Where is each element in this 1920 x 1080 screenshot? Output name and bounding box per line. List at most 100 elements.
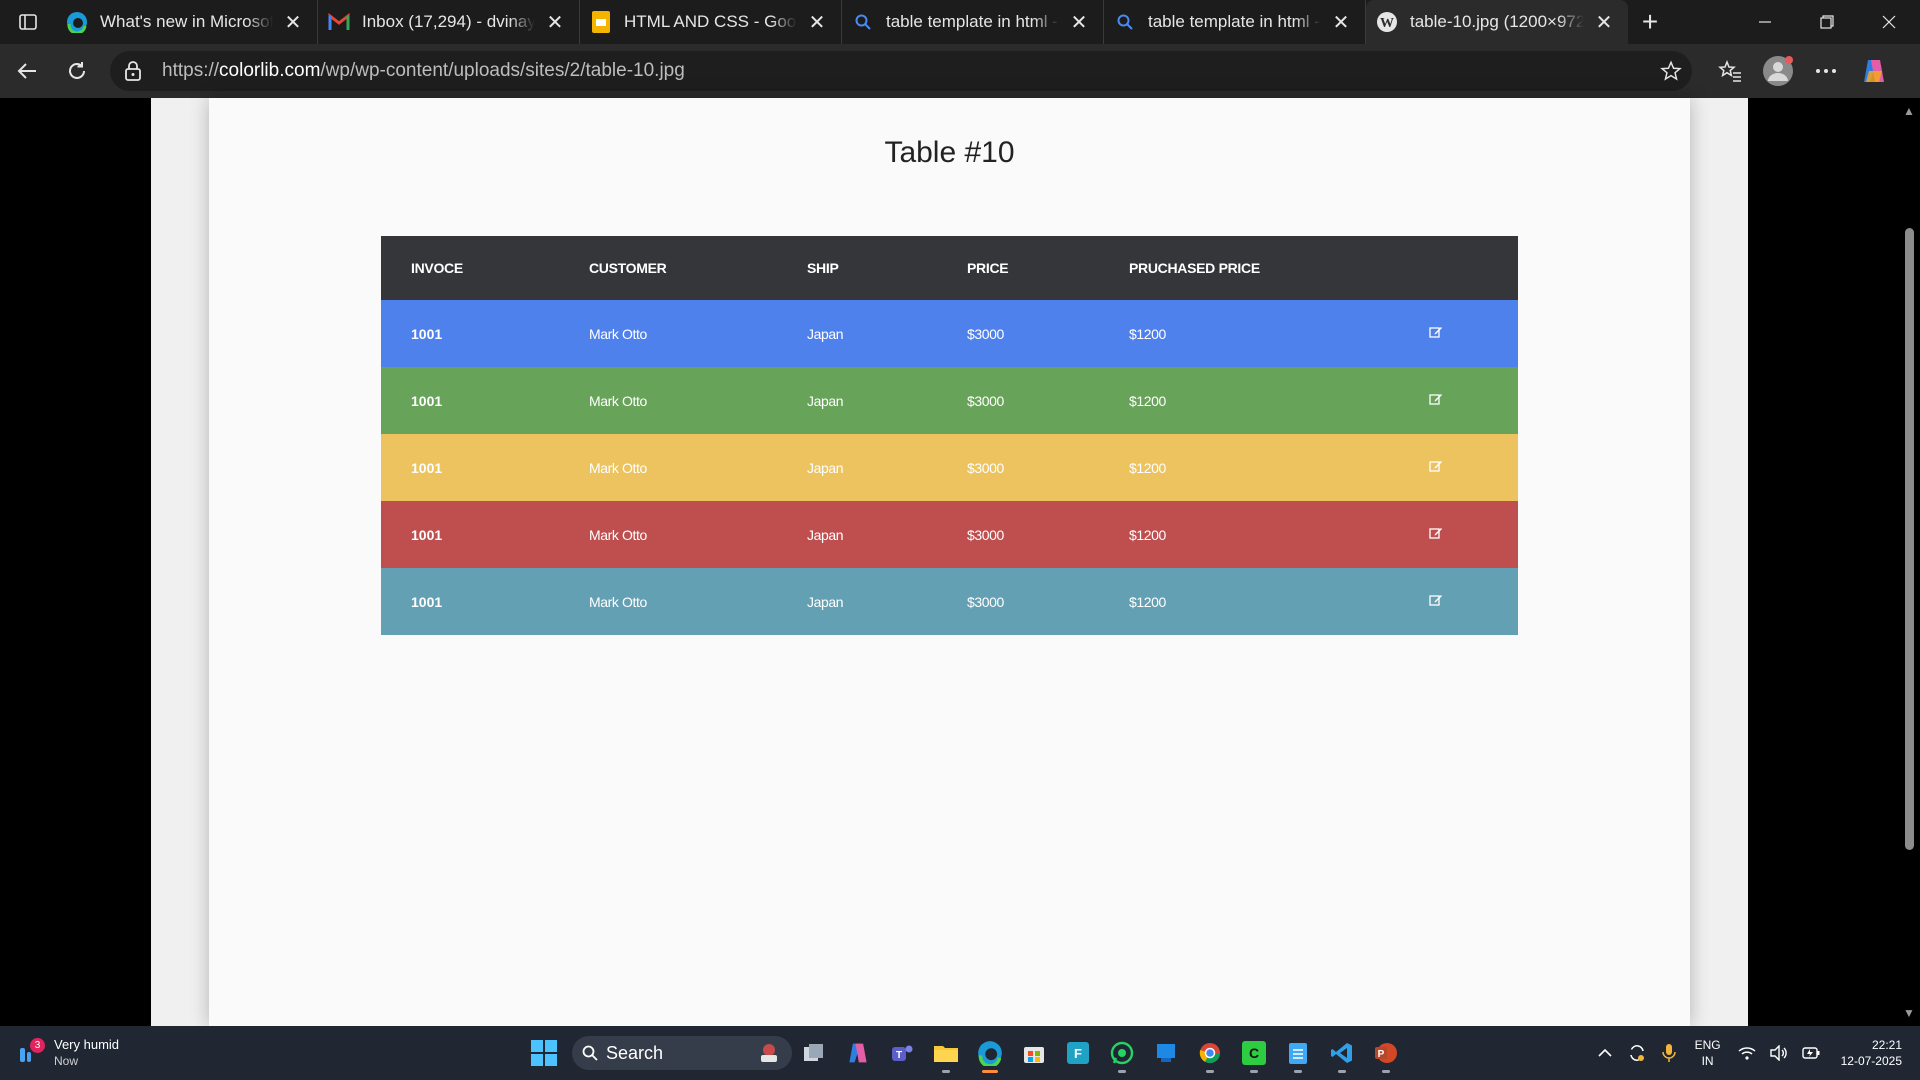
tab-title: HTML AND CSS - Google Slides — [624, 12, 797, 31]
language-code: ENG — [1694, 1038, 1721, 1052]
price-cell: $3000 — [967, 593, 1004, 610]
powerpoint-icon[interactable]: P — [1364, 1031, 1408, 1075]
avatar — [1763, 56, 1793, 86]
teams-icon[interactable]: T — [880, 1031, 924, 1075]
restore-button[interactable] — [1796, 0, 1858, 44]
tab-title: Inbox (17,294) - dvinaya.9 — [362, 12, 535, 31]
close-icon — [1882, 15, 1896, 29]
column-header-price: PRICE — [967, 260, 1009, 276]
copilot-app-icon[interactable] — [836, 1031, 880, 1075]
ship-cell: Japan — [807, 459, 844, 476]
tab-title: table-10.jpg (1200×972) — [1410, 12, 1584, 31]
vscode-icon[interactable] — [1320, 1031, 1364, 1075]
profile-button[interactable] — [1754, 51, 1802, 91]
sync-icon[interactable] — [1621, 1037, 1653, 1069]
price-cell: $3000 — [967, 526, 1004, 543]
column-header-invoice: INVOCE — [411, 260, 463, 276]
favorites-button[interactable] — [1706, 51, 1754, 91]
slides-icon — [590, 11, 612, 33]
notification-badge: 3 — [30, 1038, 45, 1053]
file-explorer-icon[interactable] — [924, 1031, 968, 1075]
close-icon[interactable]: ✕ — [543, 10, 567, 34]
purchased-price-cell: $1200 — [1129, 459, 1166, 476]
new-tab-button[interactable]: + — [1628, 0, 1672, 44]
back-arrow-icon — [17, 63, 36, 79]
lock-icon[interactable] — [124, 61, 152, 81]
windows-taskbar: 3 Very humid Now Search T F C P ENG IN 2… — [0, 1026, 1920, 1080]
minimize-icon — [1759, 21, 1771, 23]
blue-app-icon[interactable] — [1144, 1031, 1188, 1075]
tab-search-2[interactable]: table template in html - Search ✕ — [1104, 0, 1366, 44]
svg-text:T: T — [896, 1050, 902, 1061]
url-text: https://colorlib.com/wp/wp-content/uploa… — [162, 60, 685, 82]
more-options-button[interactable] — [1802, 51, 1850, 91]
search-placeholder: Search — [606, 1042, 664, 1063]
tab-gmail[interactable]: Inbox (17,294) - dvinaya.9 ✕ — [318, 0, 580, 44]
wifi-icon[interactable] — [1731, 1037, 1763, 1069]
purchased-price-cell: $1200 — [1129, 392, 1166, 409]
invoice-cell: 1001 — [411, 526, 443, 543]
f-app-icon[interactable]: F — [1056, 1031, 1100, 1075]
language-indicator[interactable]: ENG IN — [1695, 1037, 1721, 1069]
vertical-scrollbar[interactable]: ▲ ▼ — [1898, 98, 1920, 1026]
address-bar[interactable]: https://colorlib.com/wp/wp-content/uploa… — [110, 51, 1692, 91]
tab-edge-news[interactable]: What's new in Microsoft Edge ✕ — [56, 0, 318, 44]
task-view-icon[interactable] — [792, 1031, 836, 1075]
table-row: 1001 Mark Otto Japan $3000 $1200 — [381, 367, 1518, 434]
tab-google-slides[interactable]: HTML AND CSS - Google Slides ✕ — [580, 0, 842, 44]
wordpress-icon: W — [1376, 11, 1398, 33]
svg-text:W: W — [1380, 16, 1394, 31]
table-row: 1001 Mark Otto Japan $3000 $1200 — [381, 568, 1518, 635]
microphone-icon[interactable] — [1653, 1037, 1685, 1069]
chevron-up-icon[interactable] — [1589, 1037, 1621, 1069]
ship-cell: Japan — [807, 593, 844, 610]
close-icon[interactable]: ✕ — [1329, 10, 1353, 34]
battery-icon[interactable] — [1795, 1037, 1827, 1069]
weather-widget[interactable]: 3 Very humid Now — [16, 1037, 119, 1069]
column-header-ship: SHIP — [807, 260, 839, 276]
clock[interactable]: 22:21 12-07-2025 — [1841, 1037, 1902, 1069]
close-icon[interactable]: ✕ — [1592, 10, 1616, 34]
invoice-cell: 1001 — [411, 325, 443, 342]
purchased-price-cell: $1200 — [1129, 593, 1166, 610]
start-button[interactable] — [524, 1033, 564, 1073]
column-header-actions — [1399, 236, 1518, 300]
taskbar-search[interactable]: Search — [572, 1036, 792, 1070]
image-background: Table #10 INVOCE CUSTOMER SHIP PRICE PRU… — [151, 98, 1748, 1026]
tab-search-1[interactable]: table template in html - Search ✕ — [842, 0, 1104, 44]
scroll-up-icon[interactable]: ▲ — [1903, 104, 1915, 118]
weather-text: Very humid — [54, 1037, 120, 1052]
clock-time: 22:21 — [1871, 1038, 1902, 1052]
notepad-icon[interactable] — [1276, 1031, 1320, 1075]
minimize-button[interactable] — [1734, 0, 1796, 44]
search-icon — [582, 1045, 598, 1061]
price-cell: $3000 — [967, 325, 1004, 342]
copilot-icon — [1864, 60, 1884, 82]
store-icon[interactable] — [1012, 1031, 1056, 1075]
page-title: Table #10 — [884, 136, 1015, 169]
edit-icon — [1399, 300, 1518, 367]
edge-taskbar-icon[interactable] — [968, 1031, 1012, 1075]
tab-actions-button[interactable] — [0, 0, 56, 44]
tab-title: table template in html - Search — [1148, 12, 1321, 31]
edit-icon — [1399, 434, 1518, 501]
refresh-button[interactable] — [54, 51, 100, 91]
volume-icon[interactable] — [1763, 1037, 1795, 1069]
system-tray: ENG IN 22:21 12-07-2025 — [1589, 1026, 1920, 1080]
back-button[interactable] — [4, 51, 50, 91]
favorite-star-icon[interactable] — [1660, 60, 1682, 82]
close-icon[interactable]: ✕ — [805, 10, 829, 34]
copilot-button[interactable] — [1850, 51, 1898, 91]
customer-cell: Mark Otto — [589, 459, 647, 476]
close-icon[interactable]: ✕ — [281, 10, 305, 34]
whatsapp-icon[interactable] — [1100, 1031, 1144, 1075]
scrollbar-thumb[interactable] — [1905, 228, 1914, 850]
scroll-down-icon[interactable]: ▼ — [1903, 1006, 1915, 1020]
camtasia-icon[interactable]: C — [1232, 1031, 1276, 1075]
customer-cell: Mark Otto — [589, 392, 647, 409]
close-icon[interactable]: ✕ — [1067, 10, 1091, 34]
tab-title: What's new in Microsoft Edge — [100, 12, 273, 31]
tab-table-image[interactable]: W table-10.jpg (1200×972) ✕ — [1366, 0, 1628, 44]
close-window-button[interactable] — [1858, 0, 1920, 44]
chrome-icon[interactable] — [1188, 1031, 1232, 1075]
